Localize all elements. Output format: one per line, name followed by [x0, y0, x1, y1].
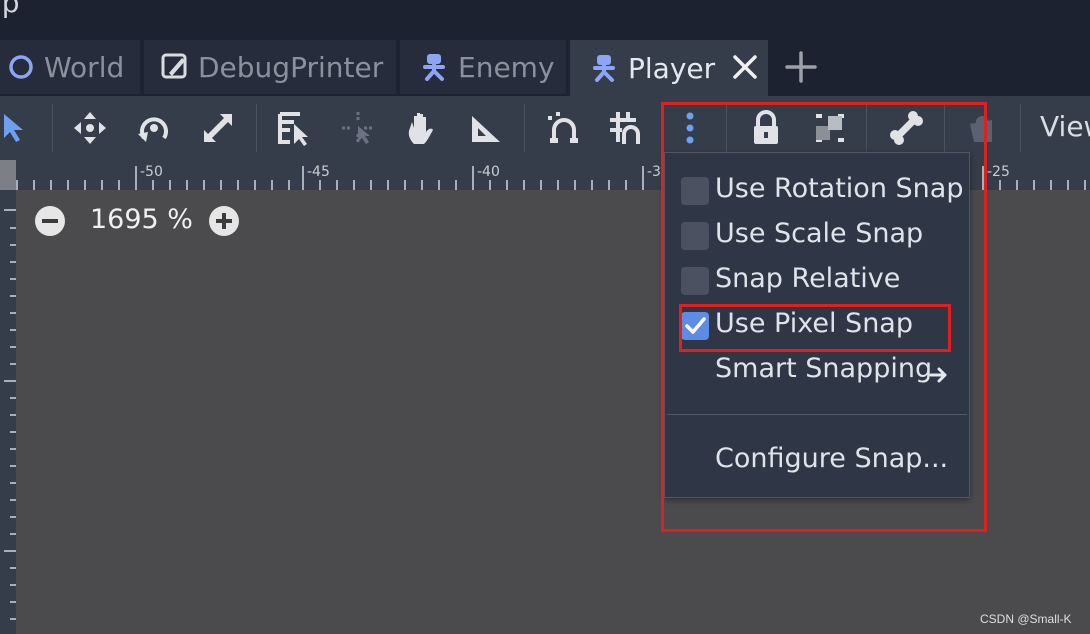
watermark: CSDN @Small-K — [980, 612, 1072, 626]
node-circle-icon — [6, 52, 36, 82]
annotation-box-pixel-snap — [679, 304, 951, 352]
script-edit-icon — [160, 52, 190, 82]
list-select-icon[interactable] — [274, 108, 314, 148]
zoom-in-button[interactable] — [208, 204, 240, 238]
character-icon — [590, 53, 620, 83]
tab-label: Enemy — [458, 50, 555, 84]
tab-debugprinter[interactable]: DebugPrinter — [144, 40, 396, 94]
rotate-tool-icon[interactable] — [134, 108, 174, 148]
pivot-tool-icon[interactable] — [338, 108, 378, 148]
zoom-out-icon — [35, 206, 65, 236]
window-titlebar: ıp — [0, 0, 1090, 40]
ruler-label: -50 — [140, 164, 163, 180]
zoom-in-icon — [209, 206, 239, 236]
grid-snap-icon[interactable] — [606, 108, 646, 148]
select-tool-icon[interactable] — [0, 108, 36, 148]
ruler-label: -40 — [477, 164, 500, 180]
tab-player[interactable]: Player — [570, 40, 768, 96]
ruler-label: -45 — [307, 164, 330, 180]
close-tab-icon[interactable] — [730, 52, 760, 82]
tab-label: World — [44, 50, 125, 84]
pan-tool-icon[interactable] — [402, 108, 442, 148]
ruler-tool-icon[interactable] — [466, 108, 506, 148]
zoom-level[interactable]: 1695 % — [90, 204, 193, 235]
scale-tool-icon[interactable] — [198, 108, 238, 148]
tab-label: Player — [628, 51, 716, 85]
vertical-ruler — [0, 160, 16, 634]
ruler-label: -25 — [987, 164, 1010, 180]
view-menu-button[interactable]: View — [1040, 110, 1090, 143]
move-tool-icon[interactable] — [70, 108, 110, 148]
window-title: ıp — [0, 0, 20, 19]
character-icon — [420, 52, 450, 82]
toolbar-divider — [1020, 104, 1021, 152]
tab-label: DebugPrinter — [198, 50, 384, 84]
ruler-ticks — [4, 209, 16, 620]
scene-tab-bar: World DebugPrinter Enemy Player — [0, 40, 1090, 96]
toolbar-divider — [256, 104, 257, 152]
tab-enemy[interactable]: Enemy — [400, 40, 566, 94]
toolbar-divider — [52, 104, 53, 152]
ruler-corner — [0, 160, 16, 190]
zoom-out-button[interactable] — [34, 204, 66, 238]
tab-world[interactable]: World — [0, 40, 140, 94]
smart-snap-icon[interactable] — [544, 108, 584, 148]
new-tab-plus-icon[interactable] — [784, 50, 818, 84]
toolbar-divider — [524, 104, 525, 152]
